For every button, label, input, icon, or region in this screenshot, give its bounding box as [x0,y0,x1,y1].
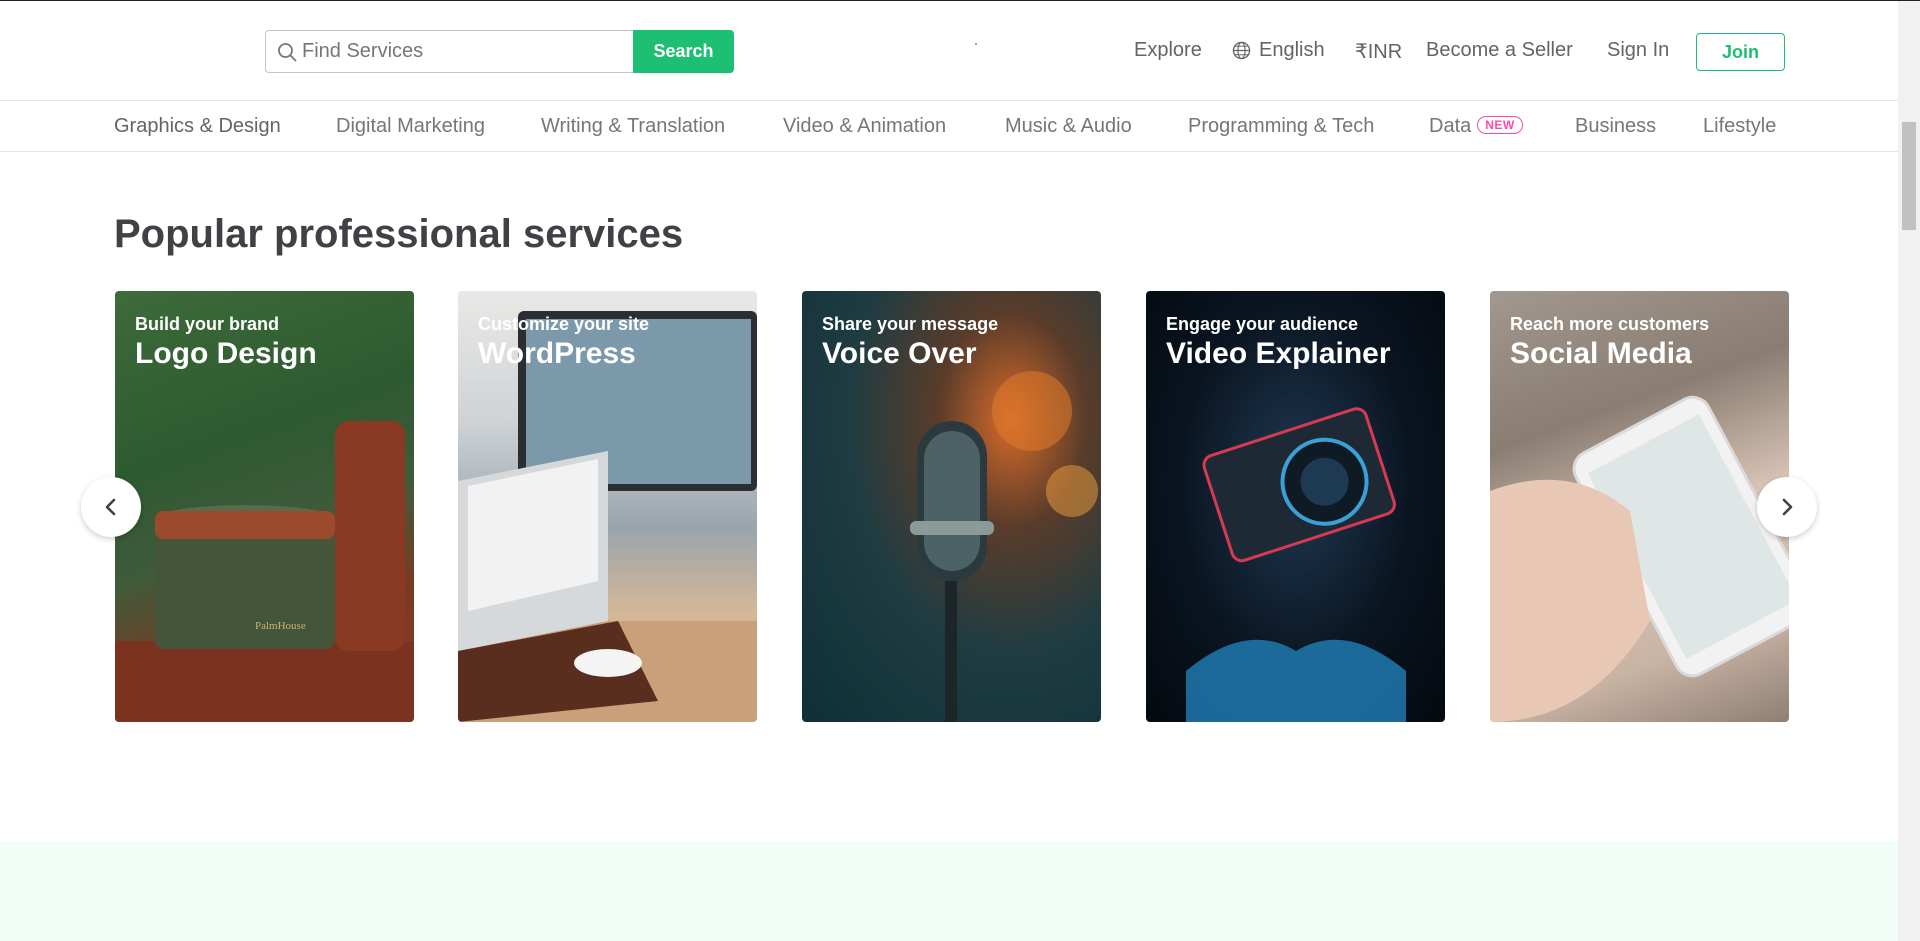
carousel-prev-button[interactable] [81,477,141,537]
category-digital-marketing[interactable]: Digital Marketing [336,115,485,138]
header-dot [975,43,977,45]
section-title: Popular professional services [114,212,684,256]
card-title: Voice Over [822,337,977,370]
category-lifestyle[interactable]: Lifestyle [1703,115,1776,138]
carousel-next-button[interactable] [1757,477,1817,537]
card-subtitle: Customize your site [478,314,650,334]
service-card-logo-design[interactable]: PalmHouse Build your brand Logo Design [115,291,414,722]
service-card-video-explainer[interactable]: Engage your audience Video Explainer [1146,291,1445,722]
next-section-band [0,841,1898,941]
new-badge: NEW [1477,116,1523,134]
card-subtitle: Reach more customers [1510,314,1710,334]
nav-currency-link[interactable]: ₹INR [1355,39,1402,64]
card-title: Social Media [1510,337,1692,370]
search-bar: Search [265,30,734,73]
category-graphics-design[interactable]: Graphics & Design [114,115,281,138]
service-card-social-media[interactable]: Reach more customers Social Media [1490,291,1789,722]
search-button[interactable]: Search [633,30,734,73]
category-data[interactable]: Data NEW [1429,115,1523,138]
nav-explore-link[interactable]: Explore [1134,39,1202,62]
chevron-right-icon [1782,498,1793,516]
service-card-voice-over[interactable]: Share your message Voice Over [802,291,1101,722]
category-business[interactable]: Business [1575,115,1656,138]
nav-become-seller-link[interactable]: Become a Seller [1426,39,1573,62]
nav-language-link[interactable]: English [1232,39,1325,62]
card-subtitle: Build your brand [135,314,279,334]
page-scrollbar-thumb[interactable] [1902,122,1916,230]
card-title: WordPress [478,337,636,370]
site-header: Search Explore English ₹INR Become a Sel… [0,1,1898,101]
join-button[interactable]: Join [1696,33,1785,71]
card-title: Logo Design [135,337,317,370]
search-field-wrapper[interactable] [265,30,633,73]
category-programming-tech[interactable]: Programming & Tech [1188,115,1374,138]
language-label: English [1259,39,1325,61]
chevron-left-icon [105,498,116,516]
category-data-label: Data [1429,115,1472,137]
card-title: Video Explainer [1166,337,1391,370]
service-card-wordpress[interactable]: Customize your site WordPress [458,291,757,722]
category-video-animation[interactable]: Video & Animation [783,115,946,138]
card-subtitle: Share your message [822,314,999,334]
category-menu: Graphics & Design Digital Marketing Writ… [0,102,1898,152]
category-writing-translation[interactable]: Writing & Translation [541,115,725,138]
svg-text:PalmHouse: PalmHouse [255,620,306,632]
card-subtitle: Engage your audience [1166,314,1359,334]
search-input[interactable] [302,31,622,72]
globe-icon [1232,41,1251,60]
search-icon [278,43,297,62]
nav-sign-in-link[interactable]: Sign In [1607,39,1669,62]
category-music-audio[interactable]: Music & Audio [1005,115,1132,138]
